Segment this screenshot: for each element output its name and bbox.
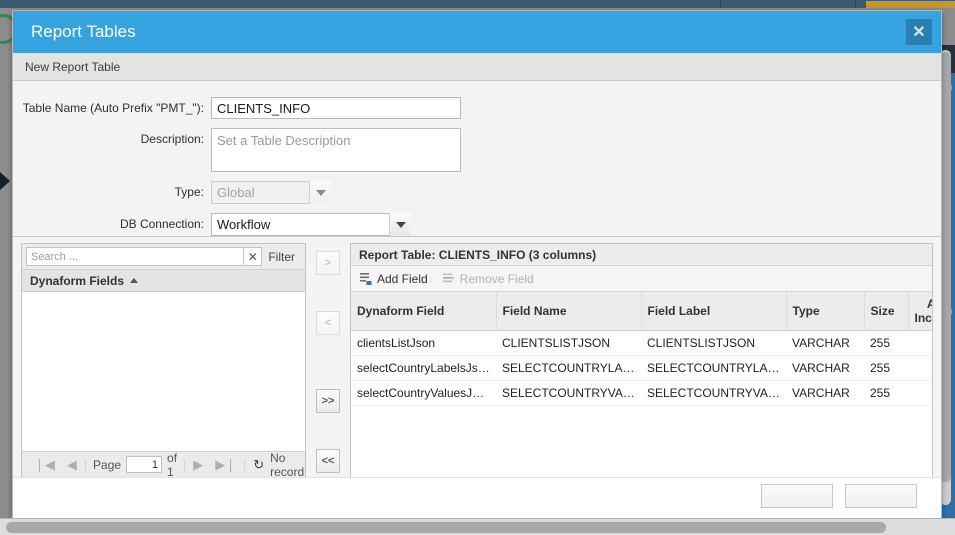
background-top-strip	[0, 0, 955, 8]
cell-field-name: SELECTCOUNTRYLABEL...	[496, 356, 641, 381]
close-icon[interactable]: ✕	[906, 19, 932, 45]
report-table-title: Report Table: CLIENTS_INFO (3 columns)	[351, 244, 932, 266]
cell-type: VARCHAR	[786, 381, 864, 406]
remove-field-icon	[442, 272, 456, 286]
column-header-size[interactable]: Size	[864, 292, 908, 331]
create-button[interactable]	[761, 484, 833, 508]
remove-field-label: Remove Field	[460, 272, 534, 286]
db-connection-select[interactable]: Workflow	[211, 213, 411, 236]
report-table-form: Table Name (Auto Prefix "PMT_"): Descrip…	[13, 81, 941, 237]
type-row: Type: Global	[13, 181, 941, 204]
add-field-button[interactable]: Add Field	[359, 272, 428, 286]
cell-dynaform-field: clientsListJson	[351, 331, 496, 356]
db-connection-select-wrapper: Workflow	[211, 213, 411, 236]
report-tables-dialog: Report Tables ✕ New Report Table Table N…	[12, 10, 942, 522]
page-label: Page	[88, 458, 126, 472]
type-select-wrapper: Global	[211, 181, 331, 204]
report-table-panel: Report Table: CLIENTS_INFO (3 columns) A…	[350, 243, 933, 477]
dynaform-fields-list[interactable]	[22, 292, 305, 451]
table-row[interactable]: selectCountryValuesJson SELECTCOUNTRYVAL…	[351, 381, 932, 406]
page-horizontal-scrollbar[interactable]	[0, 518, 955, 535]
pager-status: No record	[270, 451, 304, 477]
next-page-icon[interactable]: ▶	[187, 457, 209, 473]
add-field-icon	[359, 272, 373, 286]
report-table-scroll: Dynaform Field Field Name Field Label Ty…	[351, 292, 932, 477]
type-label: Type:	[13, 181, 211, 203]
cancel-button[interactable]	[845, 484, 917, 508]
dynaform-fields-column-header[interactable]: Dynaform Fields	[22, 270, 305, 292]
cell-field-label: SELECTCOUNTRYLABEL...	[641, 356, 786, 381]
cell-size: 255	[864, 381, 908, 406]
collapse-arrow-icon[interactable]	[0, 172, 10, 190]
cell-field-name: SELECTCOUNTRYVALUE...	[496, 381, 641, 406]
page-number-input[interactable]	[126, 456, 162, 473]
column-header-field-label[interactable]: Field Label	[641, 292, 786, 331]
description-row: Description:	[13, 128, 941, 172]
cell-dynaform-field: selectCountryLabelsJson	[351, 356, 496, 381]
cell-type: VARCHAR	[786, 331, 864, 356]
cell-field-name: CLIENTSLISTJSON	[496, 331, 641, 356]
remove-field-button[interactable]: Remove Field	[442, 272, 534, 286]
cell-auto-increment: No	[908, 331, 932, 356]
table-name-label: Table Name (Auto Prefix "PMT_"):	[13, 97, 211, 119]
type-select: Global	[211, 181, 331, 204]
chevron-down-icon	[309, 181, 331, 204]
last-page-icon[interactable]: ▶❘	[209, 457, 242, 473]
table-header-row: Dynaform Field Field Name Field Label Ty…	[351, 292, 932, 331]
column-header-auto-increment[interactable]: Auto Increment	[908, 292, 932, 331]
db-connection-value: Workflow	[217, 217, 270, 232]
cell-field-label: SELECTCOUNTRYVALUE...	[641, 381, 786, 406]
report-table-toolbar: Add Field Remove Field	[351, 266, 932, 292]
cell-auto-increment: No	[908, 381, 932, 406]
type-select-value: Global	[217, 185, 255, 200]
dynaform-fields-panel: ✕ Filter Dynaform Fields ❘◀ ◀ | Page of …	[21, 243, 306, 477]
clear-search-icon[interactable]: ✕	[244, 247, 262, 266]
column-header-type[interactable]: Type	[786, 292, 864, 331]
dialog-subheader: New Report Table	[13, 53, 941, 81]
cell-field-label: CLIENTSLISTJSON	[641, 331, 786, 356]
first-page-icon[interactable]: ❘◀	[28, 457, 61, 473]
dynaform-fields-header-label: Dynaform Fields	[30, 274, 124, 288]
page-horizontal-scrollbar-thumb[interactable]	[6, 522, 886, 533]
search-bar: ✕ Filter	[22, 244, 305, 270]
dialog-footer	[13, 477, 941, 521]
dynaform-fields-pager: ❘◀ ◀ | Page of 1 | ▶ ▶❘ | ↻ No record	[22, 451, 305, 477]
dialog-title-bar: Report Tables ✕	[13, 11, 941, 53]
move-right-button[interactable]: >	[316, 251, 340, 275]
cell-auto-increment: No	[908, 356, 932, 381]
cell-size: 255	[864, 331, 908, 356]
column-header-field-name[interactable]: Field Name	[496, 292, 641, 331]
sort-ascending-icon	[130, 278, 138, 283]
filter-label[interactable]: Filter	[262, 250, 301, 264]
report-table-grid: Dynaform Field Field Name Field Label Ty…	[351, 292, 932, 406]
cell-type: VARCHAR	[786, 356, 864, 381]
db-connection-row: DB Connection: Workflow	[13, 213, 941, 236]
table-name-row: Table Name (Auto Prefix "PMT_"):	[13, 97, 941, 119]
cell-size: 255	[864, 356, 908, 381]
refresh-icon[interactable]: ↻	[247, 457, 270, 473]
db-connection-label: DB Connection:	[13, 213, 211, 235]
description-input[interactable]	[211, 128, 461, 172]
page-total-label: of 1	[162, 451, 182, 477]
table-name-input[interactable]	[211, 97, 461, 119]
dialog-title: Report Tables	[31, 22, 136, 42]
description-label: Description:	[13, 128, 211, 150]
transfer-button-column: > < >> <<	[306, 243, 350, 477]
move-all-right-button[interactable]: >>	[316, 389, 340, 413]
table-row[interactable]: selectCountryLabelsJson SELECTCOUNTRYLAB…	[351, 356, 932, 381]
search-input[interactable]	[26, 247, 244, 266]
chevron-down-icon[interactable]	[389, 213, 411, 236]
move-all-left-button[interactable]: <<	[316, 449, 340, 473]
cell-dynaform-field: selectCountryValuesJson	[351, 381, 496, 406]
add-field-label: Add Field	[377, 272, 428, 286]
table-row[interactable]: clientsListJson CLIENTSLISTJSON CLIENTSL…	[351, 331, 932, 356]
column-header-dynaform-field[interactable]: Dynaform Field	[351, 292, 496, 331]
field-transfer-area: ✕ Filter Dynaform Fields ❘◀ ◀ | Page of …	[13, 237, 941, 477]
move-left-button[interactable]: <	[316, 311, 340, 335]
previous-page-icon[interactable]: ◀	[61, 457, 83, 473]
